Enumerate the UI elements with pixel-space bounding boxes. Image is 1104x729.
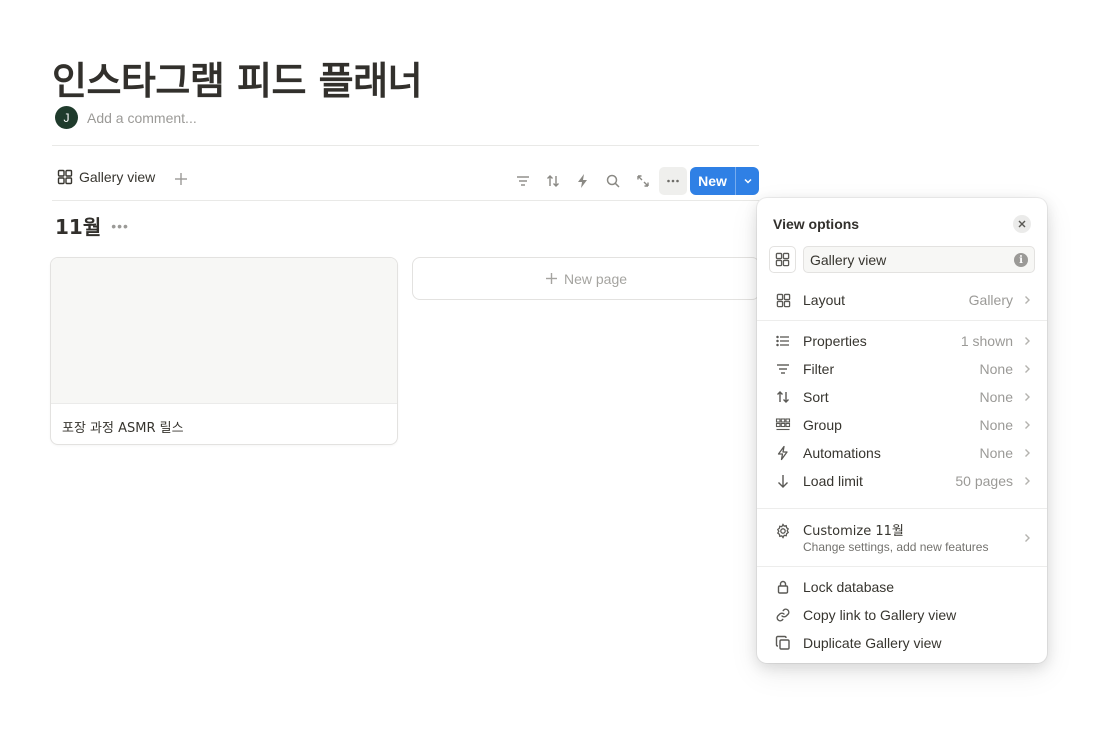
new-page-button[interactable]: New page — [412, 257, 760, 300]
divider — [52, 200, 759, 201]
sort-icon — [774, 388, 792, 406]
option-value: 50 pages — [955, 473, 1013, 489]
gear-icon — [774, 522, 792, 540]
option-label: Automations — [803, 445, 881, 461]
tab-label: Gallery view — [79, 169, 156, 185]
database-toolbar: Gallery view New — [52, 167, 759, 195]
chevron-right-icon — [1023, 364, 1031, 374]
chevron-right-icon — [1023, 295, 1031, 305]
divider — [757, 320, 1047, 321]
view-icon-picker[interactable] — [769, 246, 796, 273]
option-label: Filter — [803, 361, 835, 377]
option-layout[interactable]: Layout Gallery — [757, 286, 1047, 314]
chevron-right-icon — [1023, 336, 1031, 346]
group-header: 11월 ••• — [55, 211, 129, 240]
option-value: 1 shown — [960, 333, 1013, 349]
card-cover — [51, 258, 397, 404]
group-icon — [774, 416, 792, 434]
chevron-down-icon[interactable] — [735, 167, 759, 195]
add-view-button[interactable] — [172, 170, 190, 188]
option-automations[interactable]: Automations None — [757, 439, 1047, 467]
new-button[interactable]: New — [690, 167, 735, 195]
option-label: Properties — [803, 333, 867, 349]
more-icon[interactable]: ••• — [111, 218, 129, 234]
option-value: Gallery — [968, 292, 1013, 308]
arrow-down-icon — [774, 472, 792, 490]
lightning-icon[interactable] — [569, 167, 597, 195]
new-button-group: New — [690, 167, 759, 195]
divider — [52, 145, 759, 146]
view-name-value: Gallery view — [810, 251, 887, 268]
option-value: None — [979, 445, 1013, 461]
filter-icon[interactable] — [509, 167, 537, 195]
action-lock-database[interactable]: Lock database — [757, 573, 1047, 601]
option-label: Group — [803, 417, 842, 433]
tab-gallery-view[interactable]: Gallery view — [57, 169, 155, 185]
chevron-right-icon — [1023, 392, 1031, 402]
divider — [757, 566, 1047, 567]
option-label: Sort — [803, 389, 829, 405]
plus-icon — [545, 273, 557, 284]
gallery-card[interactable]: 포장 과정 ASMR 릴스 — [50, 257, 398, 445]
action-label: Lock database — [803, 579, 895, 595]
comment-row[interactable]: J Add a comment... — [55, 106, 197, 129]
more-icon[interactable] — [659, 167, 687, 195]
comment-input[interactable]: Add a comment... — [87, 110, 197, 126]
option-value: None — [979, 389, 1013, 405]
option-value: None — [979, 417, 1013, 433]
toolbar-actions — [509, 167, 687, 195]
chevron-right-icon — [1023, 530, 1031, 548]
action-duplicate-view[interactable]: Duplicate Gallery view — [757, 629, 1047, 657]
action-label: Copy link to Gallery view — [803, 607, 957, 623]
filter-icon — [774, 360, 792, 378]
customize-subtitle: Change settings, add new features — [803, 540, 989, 554]
list-icon — [774, 332, 792, 350]
page-title[interactable]: 인스타그램 피드 플래너 — [52, 50, 423, 105]
search-icon[interactable] — [599, 167, 627, 195]
lightning-icon — [774, 444, 792, 462]
link-icon — [774, 606, 792, 624]
card-title: 포장 과정 ASMR 릴스 — [62, 421, 184, 436]
view-name-input[interactable]: Gallery view i — [803, 246, 1035, 273]
action-label: Duplicate Gallery view — [803, 635, 942, 651]
option-value: None — [979, 361, 1013, 377]
popover-title: View options — [773, 216, 860, 232]
expand-icon[interactable] — [629, 167, 657, 195]
option-load-limit[interactable]: Load limit 50 pages — [757, 467, 1047, 495]
new-page-label: New page — [563, 270, 628, 287]
group-title[interactable]: 11월 — [55, 211, 101, 240]
lock-icon — [774, 578, 792, 596]
duplicate-icon — [774, 634, 792, 652]
action-copy-link[interactable]: Copy link to Gallery view — [757, 601, 1047, 629]
view-options-popover: View options Gallery view i Layout Galle… — [757, 198, 1047, 663]
chevron-right-icon — [1023, 448, 1031, 458]
customize-title: Customize 11월 — [803, 524, 904, 539]
option-label: Layout — [803, 292, 846, 308]
layout-icon — [774, 291, 792, 309]
option-group[interactable]: Group None — [757, 411, 1047, 439]
option-properties[interactable]: Properties 1 shown — [757, 327, 1047, 355]
sort-icon[interactable] — [539, 167, 567, 195]
gallery-icon — [775, 252, 790, 267]
option-customize[interactable]: Customize 11월 Change settings, add new f… — [757, 518, 1047, 558]
info-icon[interactable]: i — [1014, 253, 1028, 267]
option-label: Load limit — [803, 473, 863, 489]
option-sort[interactable]: Sort None — [757, 383, 1047, 411]
option-filter[interactable]: Filter None — [757, 355, 1047, 383]
close-icon[interactable] — [1013, 215, 1031, 233]
chevron-right-icon — [1023, 420, 1031, 430]
gallery-icon — [57, 169, 73, 185]
divider — [757, 508, 1047, 509]
chevron-right-icon — [1023, 476, 1031, 486]
avatar: J — [55, 106, 78, 129]
